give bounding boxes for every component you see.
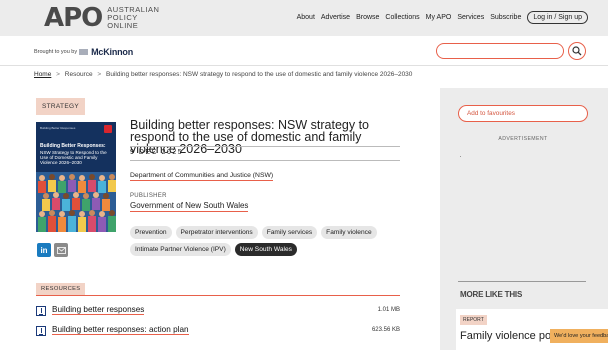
search-icon bbox=[572, 46, 582, 56]
envelope-icon bbox=[56, 246, 66, 254]
download-icon[interactable] bbox=[36, 326, 46, 336]
download-icon[interactable] bbox=[36, 306, 46, 316]
publish-date: 9 DEC 2025 bbox=[130, 149, 184, 156]
mckinnon-logo-icon bbox=[79, 49, 89, 55]
tag-prevention[interactable]: Prevention bbox=[130, 226, 172, 239]
nav-collections[interactable]: Collections bbox=[385, 14, 419, 21]
breadcrumb-separator: > bbox=[97, 71, 102, 78]
subject-tags: Prevention Perpetrator interventions Fam… bbox=[130, 226, 420, 256]
nav-subscribe[interactable]: Subscribe bbox=[490, 14, 521, 21]
type-tag[interactable]: STRATEGY bbox=[36, 98, 85, 115]
tag-family-services[interactable]: Family services bbox=[261, 226, 318, 239]
breadcrumb-home[interactable]: Home bbox=[34, 71, 51, 78]
sponsor-bar: Brought to you by McKinnon bbox=[0, 36, 608, 66]
resources-label: RESOURCES bbox=[36, 283, 86, 295]
file-size: 623.56 KB bbox=[371, 327, 400, 333]
breadcrumb-separator: > bbox=[56, 71, 60, 78]
resource-link[interactable]: Building better responses: action plan bbox=[52, 325, 189, 335]
tag-new-south-wales[interactable]: New South Wales bbox=[234, 243, 297, 256]
more-like-this-heading: MORE LIKE THIS bbox=[460, 290, 523, 299]
sponsor-name[interactable]: McKinnon bbox=[91, 47, 133, 57]
resource-link[interactable]: Building better responses bbox=[52, 305, 145, 315]
advert-placeholder bbox=[460, 156, 461, 157]
crowd-illustration-icon bbox=[36, 172, 116, 232]
site-header: APO AUSTRALIAN POLICY ONLINE About Adver… bbox=[0, 0, 608, 36]
search-button[interactable] bbox=[568, 42, 586, 60]
logo-wordmark: APO bbox=[44, 3, 103, 33]
apo-logo[interactable]: APO AUSTRALIAN POLICY ONLINE bbox=[44, 4, 159, 32]
sidebar-divider bbox=[458, 281, 586, 282]
add-to-favourites-button[interactable]: Add to favourites bbox=[458, 105, 588, 122]
brought-by-text: Brought to you by bbox=[34, 49, 78, 55]
nav-browse[interactable]: Browse bbox=[356, 14, 379, 21]
linkedin-icon[interactable]: in bbox=[37, 243, 51, 257]
publisher-link[interactable]: Government of New South Wales bbox=[130, 201, 249, 212]
breadcrumb-current: Building better responses: NSW strategy … bbox=[106, 71, 413, 78]
resources-divider bbox=[36, 295, 400, 296]
file-size: 1.01 MB bbox=[377, 307, 400, 313]
department-link[interactable]: Department of Communities and Justice (N… bbox=[130, 172, 274, 181]
publisher-label: PUBLISHER bbox=[130, 193, 167, 199]
resource-row[interactable]: Building better responses 1.01 MB bbox=[36, 304, 400, 320]
feedback-button[interactable]: We'd love your feedback bbox=[550, 329, 608, 343]
nav-my-apo[interactable]: My APO bbox=[426, 14, 452, 21]
date-divider bbox=[130, 160, 400, 161]
email-icon[interactable] bbox=[54, 243, 68, 257]
nav-advertise[interactable]: Advertise bbox=[321, 14, 350, 21]
search-input[interactable] bbox=[436, 43, 564, 59]
main-nav: About Advertise Browse Collections My AP… bbox=[297, 11, 588, 24]
cover-title: Building Better Responses: bbox=[40, 143, 106, 149]
nav-about[interactable]: About bbox=[297, 14, 315, 21]
login-button[interactable]: Log in / Sign up bbox=[527, 11, 588, 24]
sponsor-credit: Brought to you by McKinnon bbox=[34, 47, 133, 57]
tag-perpetrator-interventions[interactable]: Perpetrator interventions bbox=[175, 226, 258, 239]
share-buttons: in bbox=[37, 243, 68, 257]
related-type-tag[interactable]: REPORT bbox=[460, 315, 487, 325]
advertisement-label: ADVERTISEMENT bbox=[498, 136, 548, 142]
cover-image[interactable]: Building Better Responses Building Bette… bbox=[36, 122, 116, 232]
nav-services[interactable]: Services bbox=[457, 14, 484, 21]
resource-row[interactable]: Building better responses: action plan 6… bbox=[36, 324, 400, 340]
logo-subtitle: AUSTRALIAN POLICY ONLINE bbox=[107, 5, 160, 30]
breadcrumb-resource[interactable]: Resource bbox=[65, 71, 93, 78]
tag-ipv[interactable]: Intimate Partner Violence (IPV) bbox=[130, 243, 231, 256]
cover-subtitle: NSW Strategy to Respond to the Use of Do… bbox=[40, 150, 107, 166]
title-divider bbox=[130, 146, 400, 147]
nsw-logo-icon bbox=[104, 125, 112, 133]
breadcrumb: Home > Resource > Building better respon… bbox=[34, 71, 412, 78]
tag-family-violence[interactable]: Family violence bbox=[321, 226, 377, 239]
cover-top-text: Building Better Responses bbox=[40, 126, 76, 130]
